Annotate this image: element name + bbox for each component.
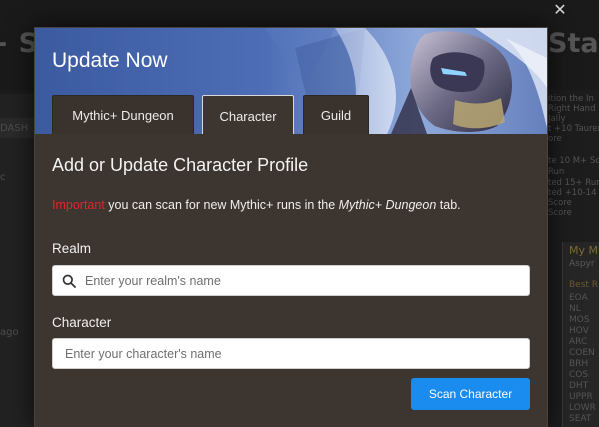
modal-header: Update Now Mythic+ Dungeon Character Gui…: [35, 28, 547, 134]
background-dungeon-item: NL: [569, 304, 581, 314]
realm-label: Realm: [52, 241, 92, 256]
character-label: Character: [52, 315, 112, 330]
background-left-label: ago: [0, 327, 19, 338]
realm-input[interactable]: [85, 266, 519, 295]
background-left-label: DASH: [0, 123, 29, 134]
background-dungeon-item: HOV: [569, 326, 589, 336]
note-emphasis: Mythic+ Dungeon: [338, 198, 437, 212]
background-best-runs-label: Best R: [569, 280, 599, 290]
search-icon: [62, 274, 76, 288]
background-left-label: c: [0, 172, 6, 183]
background-right-line: ted +10-14 Ru: [548, 188, 599, 198]
tab-character[interactable]: Character: [202, 95, 294, 134]
modal-body: Add or Update Character Profile Importan…: [35, 134, 547, 427]
scan-character-button[interactable]: Scan Character: [411, 378, 530, 410]
background-right-line: ition the In: [548, 94, 594, 104]
character-input[interactable]: [65, 339, 519, 368]
background-left-panel: [0, 94, 36, 427]
background-dungeon-item: COS: [569, 370, 589, 380]
important-label: Important: [52, 198, 105, 212]
background-dungeon-item: BRH: [569, 359, 589, 369]
background-dungeon-item: COEN: [569, 348, 595, 358]
update-now-modal: Update Now Mythic+ Dungeon Character Gui…: [34, 27, 548, 427]
background-dungeon-item: ARC: [569, 337, 588, 347]
important-note: Important you can scan for new Mythic+ r…: [52, 198, 461, 212]
tab-guild[interactable]: Guild: [303, 95, 369, 134]
background-profile-title: My M: [569, 244, 598, 257]
background-right-line: Run: [548, 167, 565, 177]
background-dungeon-item: DHT: [569, 381, 589, 391]
background-profile-name: Aspyr: [569, 259, 595, 269]
modal-title: Update Now: [52, 49, 168, 72]
background-right-line: Jally: [548, 114, 566, 124]
background-dungeon-item: MOS: [569, 315, 590, 325]
section-title: Add or Update Character Profile: [52, 155, 309, 175]
background-right-line: Right Hand: [548, 104, 596, 114]
background-right-line: ted 15+ Runs: [548, 178, 599, 188]
background-right-line: te 10 M+ Sc: [548, 156, 599, 166]
background-dungeon-item: SEAT: [569, 414, 592, 424]
close-icon[interactable]: ✕: [553, 2, 567, 18]
character-field-box: [52, 338, 530, 369]
background-right-line: t +10 Tauren: [548, 124, 599, 134]
background-right-line: ore: [548, 134, 562, 144]
note-text-end: tab.: [439, 198, 461, 212]
note-text: you can scan for new Mythic+ runs in the: [108, 198, 336, 212]
page: - Se Stat DASH c ago ition the In Right …: [0, 0, 599, 427]
background-heading-right: Stat: [548, 28, 599, 59]
background-dungeon-item: UPPR: [569, 392, 593, 402]
background-dungeon-item: EOA: [569, 293, 588, 303]
background-right-line: Score: [548, 208, 572, 218]
background-dungeon-item: LOWR: [569, 403, 596, 413]
background-right-line: Score: [548, 198, 572, 208]
realm-field-box: [52, 265, 530, 296]
tab-mythic-dungeon[interactable]: Mythic+ Dungeon: [52, 95, 194, 134]
